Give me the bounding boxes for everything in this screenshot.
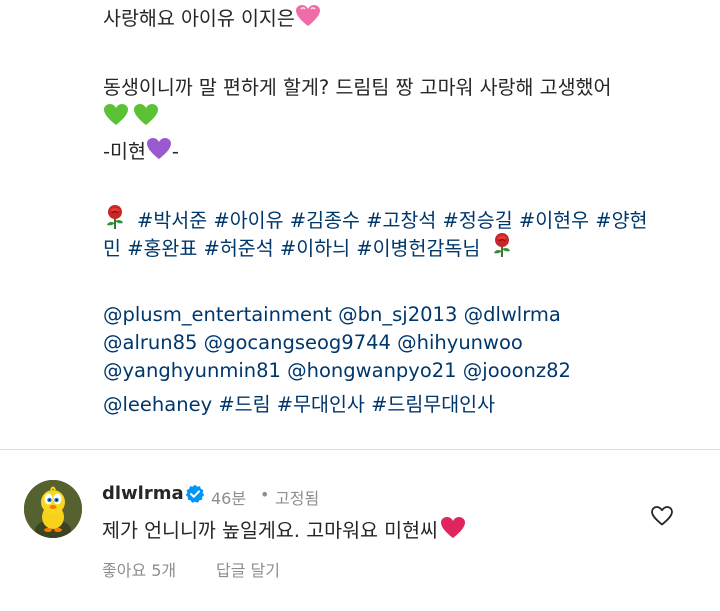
- like-heart-icon[interactable]: [650, 504, 674, 528]
- hashtag-link[interactable]: 민: [103, 237, 121, 260]
- purple-heart-icon: [146, 137, 172, 169]
- comment-username[interactable]: dlwlrma: [102, 483, 184, 504]
- green-heart-icon: [133, 103, 159, 135]
- caption-line-3: [103, 103, 159, 135]
- post-caption: 사랑해요 아이유 이지은 동생이니까 말 편하게 할게? 드림팀 짱 고마워 사…: [0, 0, 720, 447]
- hashtag-link[interactable]: #드림: [218, 393, 270, 416]
- mention-link[interactable]: @jooonz82: [463, 359, 571, 382]
- pink-heart-icon: [295, 4, 321, 36]
- caption-line-4: -미현 -: [103, 137, 179, 169]
- verified-badge-icon: [185, 484, 205, 503]
- hashtag-link[interactable]: #정승길: [443, 209, 513, 232]
- tweety-avatar-icon: [24, 480, 82, 538]
- hashtag-link[interactable]: #홍완표: [127, 237, 197, 260]
- mention-link[interactable]: @plusm_entertainment: [103, 303, 332, 326]
- hashtag-link[interactable]: #이병헌감독님: [356, 237, 480, 260]
- hashtag-link[interactable]: #무대인사: [277, 393, 365, 416]
- hashtag-link[interactable]: #김종수: [290, 209, 360, 232]
- comment-timestamp: 46분: [211, 489, 247, 508]
- pinned-label: 고정됨: [275, 489, 320, 508]
- mention-link[interactable]: @leehaney: [103, 393, 212, 416]
- mention-row-3: @yanghyunmin81 @hongwanpyo21 @jooonz82: [103, 357, 571, 385]
- separator-dot: •: [260, 485, 270, 504]
- hashtag-link[interactable]: #고창석: [366, 209, 436, 232]
- mention-link[interactable]: @dlwlrma: [464, 303, 561, 326]
- hashtag-row-2: 민 #홍완표 #허준석 #이하늬 #이병헌감독님: [103, 232, 514, 266]
- hashtag-link[interactable]: #이현우: [519, 209, 589, 232]
- mention-link[interactable]: @yanghyunmin81: [103, 359, 281, 382]
- mention-row-1: @plusm_entertainment @bn_sj2013 @dlwlrma: [103, 301, 561, 329]
- hashtag-link[interactable]: #양현: [595, 209, 647, 232]
- caption-text-1: 사랑해요 아이유 이지은: [103, 7, 295, 30]
- mention-row-4: @leehaney #드림 #무대인사 #드림무대인사: [103, 391, 495, 419]
- caption-signature-end: -: [171, 140, 179, 163]
- mention-link[interactable]: @hihyunwoo: [397, 331, 523, 354]
- comment-text: 제가 언니니까 높일게요. 고마워요 미현씨: [102, 514, 466, 545]
- hashtag-link[interactable]: #박서준: [137, 209, 207, 232]
- rose-icon: [490, 232, 514, 266]
- mention-link[interactable]: @bn_sj2013: [338, 303, 457, 326]
- red-heart-icon: [440, 516, 466, 545]
- mention-link[interactable]: @alrun85: [103, 331, 197, 354]
- green-heart-icon: [103, 103, 129, 135]
- mention-link[interactable]: @gocangseog9744: [204, 331, 391, 354]
- mention-row-2: @alrun85 @gocangseog9744 @hihyunwoo: [103, 329, 523, 357]
- reply-button[interactable]: 답글 달기: [216, 557, 280, 581]
- likes-count[interactable]: 좋아요 5개: [102, 557, 176, 581]
- caption-signature: -미현: [103, 140, 146, 163]
- mention-link[interactable]: @hongwanpyo21: [287, 359, 456, 382]
- hashtag-link[interactable]: #아이유: [213, 209, 283, 232]
- caption-line-1: 사랑해요 아이유 이지은: [103, 4, 321, 36]
- hashtag-link[interactable]: #이하늬: [280, 237, 350, 260]
- caption-line-2: 동생이니까 말 편하게 할게? 드림팀 짱 고마워 사랑해 고생했어: [103, 76, 612, 99]
- hashtag-link[interactable]: #드림무대인사: [371, 393, 495, 416]
- hashtag-link[interactable]: #허준석: [204, 237, 274, 260]
- avatar[interactable]: [24, 480, 82, 538]
- comment-body: 제가 언니니까 높일게요. 고마워요 미현씨: [102, 519, 438, 542]
